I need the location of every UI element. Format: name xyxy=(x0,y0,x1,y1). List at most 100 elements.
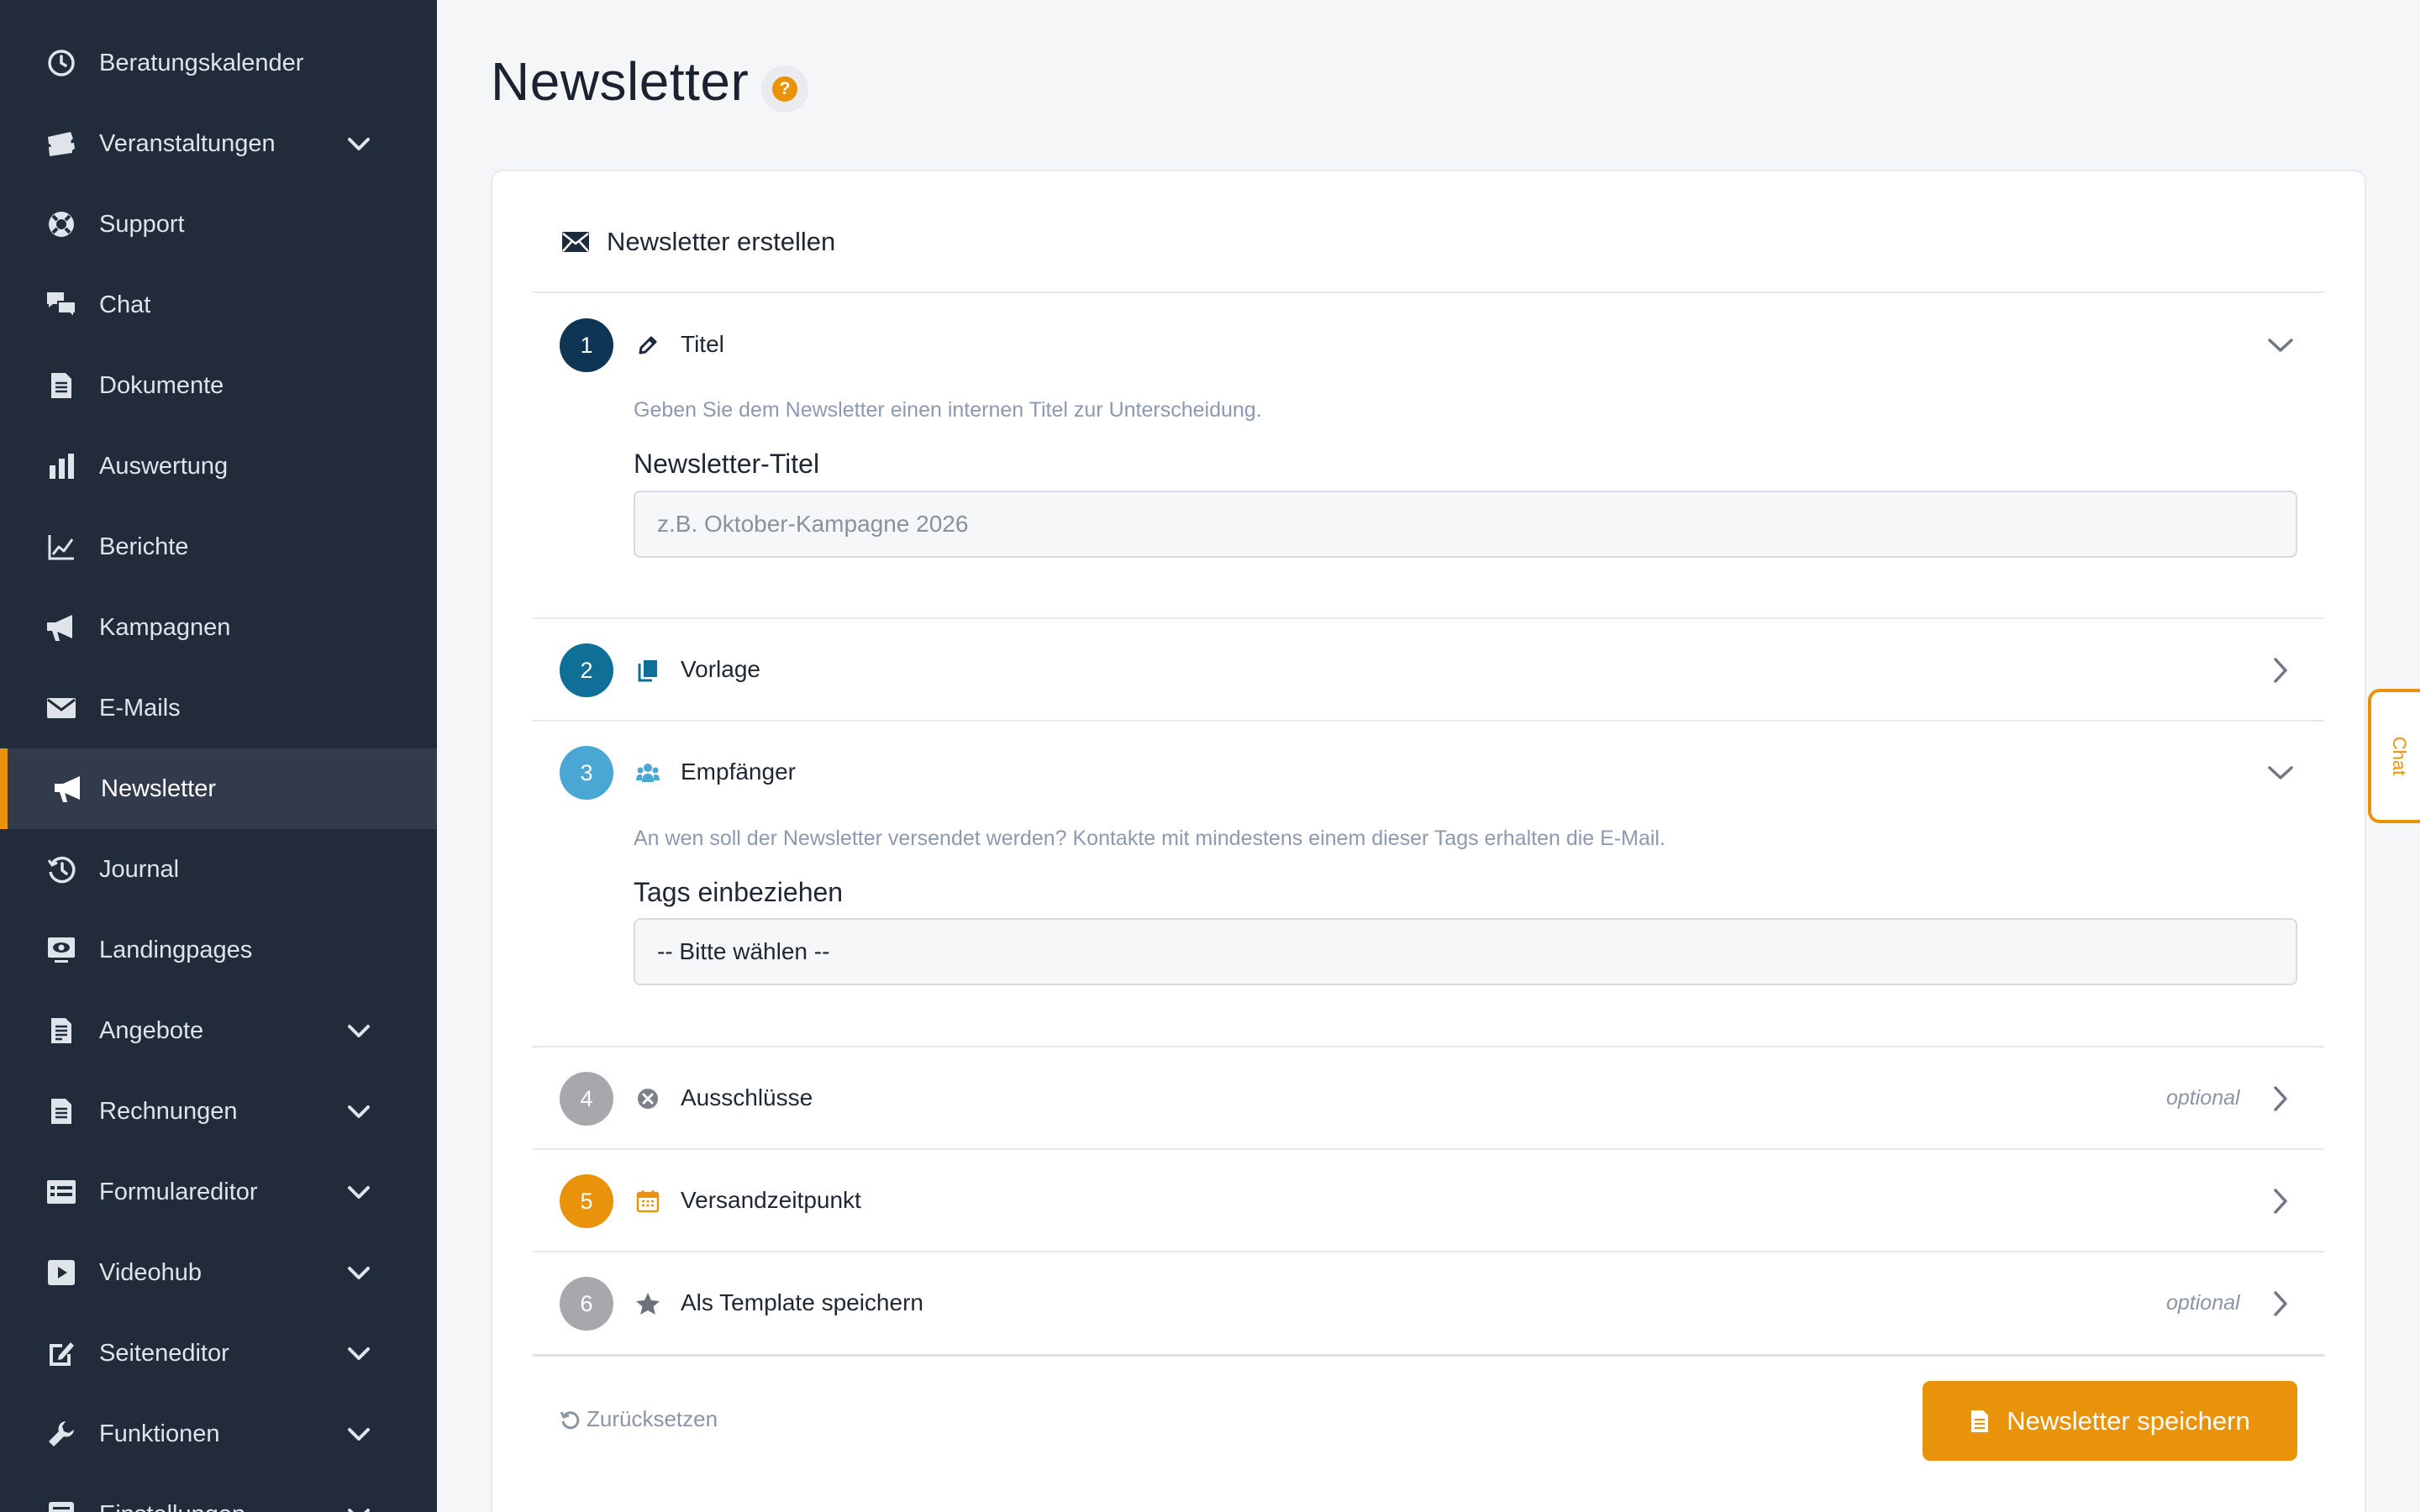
step-number-3: 3 xyxy=(560,746,613,800)
sidebar-item-formulareditor[interactable]: Formulareditor xyxy=(0,1152,437,1232)
sidebar-item-label: Dokumente xyxy=(99,371,224,399)
sidebar-item-beratungskalender[interactable]: Beratungskalender xyxy=(0,23,437,103)
settings-icon xyxy=(45,1499,77,1512)
pencil-icon xyxy=(634,331,662,360)
chevron-right-icon[interactable] xyxy=(2264,1287,2297,1320)
x-circle-icon xyxy=(634,1084,662,1113)
step-title-titel[interactable]: Titel xyxy=(681,331,724,358)
lifebuoy-icon xyxy=(45,209,77,239)
step-title-empfaenger[interactable]: Empfänger xyxy=(681,759,796,785)
megaphone-icon xyxy=(53,774,85,804)
sidebar-item-support[interactable]: Support xyxy=(0,184,437,265)
sidebar-item-journal[interactable]: Journal xyxy=(0,829,437,910)
bar-chart-icon xyxy=(45,451,77,481)
document-icon xyxy=(45,370,77,401)
divider xyxy=(533,1251,2324,1252)
star-icon xyxy=(634,1289,662,1318)
form-icon xyxy=(45,1177,77,1207)
document-icon xyxy=(1970,1409,1990,1434)
step-number-6: 6 xyxy=(560,1277,613,1331)
sidebar-item-label: Rechnungen xyxy=(99,1097,238,1125)
step-title-versandzeitpunkt[interactable]: Versandzeitpunkt xyxy=(681,1187,861,1214)
sidebar-item-angebote[interactable]: Angebote xyxy=(0,990,437,1071)
sidebar-item-seiteneditor[interactable]: Seiteneditor xyxy=(0,1313,437,1394)
tags-select[interactable]: -- Bitte wählen -- xyxy=(634,918,2297,985)
card-title: Newsletter erstellen xyxy=(607,227,836,256)
step-title-als-template-speichern[interactable]: Als Template speichern xyxy=(681,1289,923,1316)
sidebar-item-rechnungen[interactable]: Rechnungen xyxy=(0,1071,437,1152)
sidebar-item-label: Support xyxy=(99,210,185,238)
divider xyxy=(533,291,2324,293)
screen-eye-icon xyxy=(45,935,77,965)
step-number-2: 2 xyxy=(560,643,613,697)
step-description: An wen soll der Newsletter versendet wer… xyxy=(634,827,1665,850)
divider xyxy=(533,1046,2324,1047)
step-description: Geben Sie dem Newsletter einen internen … xyxy=(634,398,1262,422)
sidebar-item-label: Einstellungen xyxy=(99,1474,245,1512)
save-button-label: Newsletter speichern xyxy=(2007,1405,2250,1436)
megaphone-icon xyxy=(45,612,77,643)
chevron-down-icon[interactable] xyxy=(2264,756,2297,790)
sidebar-item-auswertung[interactable]: Auswertung xyxy=(0,426,437,507)
chevron-down-icon xyxy=(345,1017,373,1044)
line-chart-icon xyxy=(45,532,77,562)
sidebar-item-label: Veranstaltungen xyxy=(99,129,276,157)
sidebar-item-label: Landingpages xyxy=(99,936,253,963)
invoice-icon xyxy=(45,1016,77,1046)
copy-icon xyxy=(634,656,662,685)
page-title: Newsletter xyxy=(491,51,750,112)
chevron-down-icon xyxy=(345,1179,373,1205)
divider xyxy=(533,1354,2324,1357)
chevron-right-icon[interactable] xyxy=(2264,654,2297,687)
chat-side-tab[interactable]: Chat xyxy=(2368,689,2420,823)
chat-bubbles-icon xyxy=(45,290,77,320)
envelope-icon xyxy=(45,693,77,723)
sidebar-item-veranstaltungen[interactable]: Veranstaltungen xyxy=(0,103,437,184)
save-newsletter-button[interactable]: Newsletter speichern xyxy=(1923,1381,2297,1461)
sidebar-item-newsletter[interactable]: Newsletter xyxy=(0,748,437,829)
sidebar-item-label: Beratungskalender xyxy=(99,49,304,76)
tags-select-value: -- Bitte wählen -- xyxy=(657,938,830,964)
chevron-down-icon[interactable] xyxy=(2264,328,2297,362)
sidebar-item-label: Seiteneditor xyxy=(99,1339,229,1367)
help-button[interactable]: ? xyxy=(761,66,808,113)
chevron-down-icon xyxy=(345,1340,373,1367)
sidebar-item-funktionen[interactable]: Funktionen xyxy=(0,1394,437,1474)
card-header: Newsletter erstellen xyxy=(561,227,835,257)
receipt-icon xyxy=(45,1096,77,1126)
sidebar-item-einstellungen[interactable]: Einstellungen xyxy=(0,1474,437,1512)
sidebar-item-chat[interactable]: Chat xyxy=(0,265,437,345)
step-number-1: 1 xyxy=(560,318,613,372)
sidebar-item-dokumente[interactable]: Dokumente xyxy=(0,345,437,426)
divider xyxy=(533,617,2324,619)
sidebar-item-label: Auswertung xyxy=(99,452,229,480)
chevron-down-icon xyxy=(345,1098,373,1125)
chevron-right-icon[interactable] xyxy=(2264,1082,2297,1116)
sidebar-item-label: Berichte xyxy=(99,533,189,560)
chevron-right-icon[interactable] xyxy=(2264,1184,2297,1218)
chevron-down-icon xyxy=(345,130,373,157)
sidebar-item-landingpages[interactable]: Landingpages xyxy=(0,910,437,990)
sidebar-item-e-mails[interactable]: E-Mails xyxy=(0,668,437,748)
step-number-5: 5 xyxy=(560,1174,613,1228)
chevron-down-icon xyxy=(345,1420,373,1447)
sidebar-item-berichte[interactable]: Berichte xyxy=(0,507,437,587)
optional-label: optional xyxy=(2166,1291,2240,1315)
sidebar-item-kampagnen[interactable]: Kampagnen xyxy=(0,587,437,668)
sidebar-item-videohub[interactable]: Videohub xyxy=(0,1232,437,1313)
chevron-down-icon xyxy=(345,1259,373,1286)
sidebar: Beratungskalender Veranstaltungen Suppor… xyxy=(0,0,437,1512)
field-label-tags-einbeziehen: Tags einbeziehen xyxy=(634,877,844,907)
sidebar-item-label: Videohub xyxy=(99,1258,203,1286)
sidebar-item-label: E-Mails xyxy=(99,694,181,722)
step-title-ausschluesse[interactable]: Ausschlüsse xyxy=(681,1084,813,1111)
chat-tab-label: Chat xyxy=(2388,736,2410,776)
newsletter-title-input[interactable] xyxy=(634,491,2297,558)
reset-button[interactable]: Zurücksetzen xyxy=(560,1406,718,1432)
step-title-vorlage[interactable]: Vorlage xyxy=(681,656,760,683)
sidebar-item-label: Kampagnen xyxy=(99,613,231,641)
chevron-down-icon xyxy=(345,1501,373,1512)
sidebar-item-label: Chat xyxy=(99,291,151,318)
edit-page-icon xyxy=(45,1338,77,1368)
users-icon xyxy=(634,759,662,787)
